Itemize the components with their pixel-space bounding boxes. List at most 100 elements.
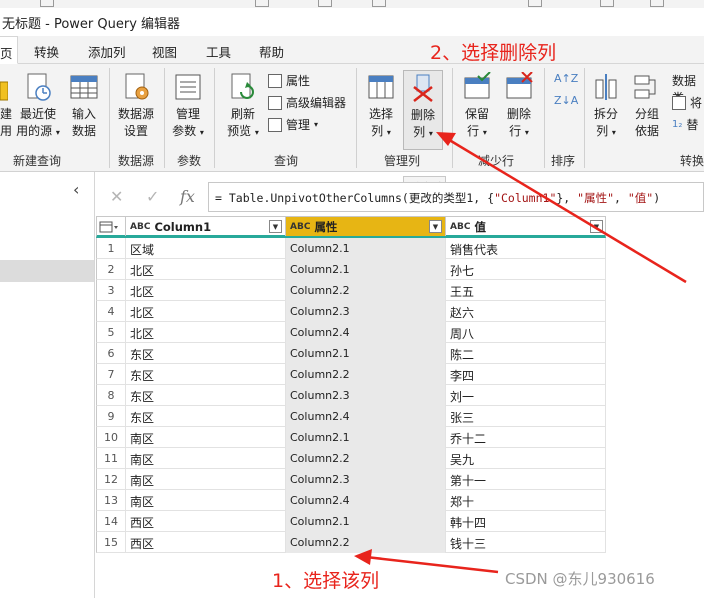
column-header-attribute[interactable]: ABC 属性 ▼ <box>286 217 446 236</box>
cell-column1[interactable]: 东区 <box>126 406 286 427</box>
cell-column1[interactable]: 东区 <box>126 385 286 406</box>
row-index[interactable]: 1 <box>97 238 126 259</box>
table-row[interactable]: 9 东区 Column2.4 张三 <box>96 406 606 427</box>
row-index[interactable]: 3 <box>97 280 126 301</box>
filter-dropdown-icon[interactable]: ▼ <box>590 220 603 233</box>
table-row[interactable]: 1 区域 Column2.1 销售代表 <box>96 238 606 259</box>
row-index[interactable]: 9 <box>97 406 126 427</box>
use-first-row-button[interactable]: 将 <box>672 94 702 111</box>
cell-column1[interactable]: 区域 <box>126 238 286 259</box>
collapse-pane-icon[interactable]: ‹ <box>73 180 79 199</box>
row-index[interactable]: 5 <box>97 322 126 343</box>
table-row[interactable]: 4 北区 Column2.3 赵六 <box>96 301 606 322</box>
tab-tools[interactable]: 工具 <box>206 42 231 61</box>
table-row[interactable]: 13 南区 Column2.4 郑十 <box>96 490 606 511</box>
split-column-button[interactable]: 拆分 列 ▾ <box>588 72 624 141</box>
replace-values-button[interactable]: 1₂ 替 <box>672 116 698 133</box>
cell-value[interactable]: 乔十二 <box>446 427 606 448</box>
row-index[interactable]: 13 <box>97 490 126 511</box>
text-type-icon[interactable]: ABC <box>130 222 150 232</box>
enter-data-button[interactable]: 输入 数据 <box>66 72 102 140</box>
cell-column1[interactable]: 东区 <box>126 343 286 364</box>
fx-icon[interactable]: fx <box>180 187 195 206</box>
sort-descending-button[interactable]: Z↓A <box>554 94 578 107</box>
confirm-formula-icon[interactable]: ✓ <box>146 187 159 206</box>
cell-attribute[interactable]: Column2.1 <box>286 427 446 448</box>
cell-attribute[interactable]: Column2.2 <box>286 532 446 553</box>
row-index[interactable]: 15 <box>97 532 126 553</box>
remove-rows-button[interactable]: 删除 行 ▾ <box>500 71 538 141</box>
tab-help[interactable]: 帮助 <box>259 42 284 61</box>
cell-value[interactable]: 王五 <box>446 280 606 301</box>
cell-column1[interactable]: 南区 <box>126 490 286 511</box>
cell-attribute[interactable]: Column2.3 <box>286 385 446 406</box>
table-row[interactable]: 3 北区 Column2.2 王五 <box>96 280 606 301</box>
table-row[interactable]: 12 南区 Column2.3 第十一 <box>96 469 606 490</box>
new-source-button[interactable]: 建 用 <box>0 72 12 140</box>
row-index[interactable]: 4 <box>97 301 126 322</box>
cell-attribute[interactable]: Column2.4 <box>286 406 446 427</box>
cell-column1[interactable]: 北区 <box>126 301 286 322</box>
cell-attribute[interactable]: Column2.2 <box>286 448 446 469</box>
cell-attribute[interactable]: Column2.1 <box>286 238 446 259</box>
cell-column1[interactable]: 东区 <box>126 364 286 385</box>
cancel-formula-icon[interactable]: ✕ <box>110 187 123 206</box>
table-row[interactable]: 7 东区 Column2.2 李四 <box>96 364 606 385</box>
table-row[interactable]: 14 西区 Column2.1 韩十四 <box>96 511 606 532</box>
column-header-column1[interactable]: ABC Column1 ▼ <box>126 217 286 236</box>
tab-add-column[interactable]: 添加列 <box>88 42 126 61</box>
manage-query-button[interactable]: 管理 ▾ <box>268 116 318 133</box>
formula-input[interactable]: = Table.UnpivotOtherColumns(更改的类型1, {"Co… <box>208 182 704 212</box>
cell-value[interactable]: 张三 <box>446 406 606 427</box>
row-index[interactable]: 6 <box>97 343 126 364</box>
row-index[interactable]: 12 <box>97 469 126 490</box>
table-row[interactable]: 6 东区 Column2.1 陈二 <box>96 343 606 364</box>
cell-column1[interactable]: 西区 <box>126 532 286 553</box>
cell-attribute[interactable]: Column2.1 <box>286 511 446 532</box>
cell-value[interactable]: 郑十 <box>446 490 606 511</box>
group-by-button[interactable]: 分组 依据 <box>628 72 666 140</box>
cell-attribute[interactable]: Column2.1 <box>286 259 446 280</box>
recent-sources-button[interactable]: 最近使 用的源 ▾ <box>14 72 62 141</box>
table-row[interactable]: 5 北区 Column2.4 周八 <box>96 322 606 343</box>
properties-button[interactable]: 属性 <box>268 72 310 89</box>
row-index[interactable]: 14 <box>97 511 126 532</box>
text-type-icon[interactable]: ABC <box>450 222 470 232</box>
selected-query-item[interactable] <box>0 260 94 282</box>
remove-columns-button[interactable]: 删除 列 ▾ <box>403 70 443 150</box>
cell-value[interactable]: 刘一 <box>446 385 606 406</box>
cell-value[interactable]: 李四 <box>446 364 606 385</box>
manage-parameters-button[interactable]: 管理 参数 ▾ <box>168 72 208 141</box>
data-source-settings-button[interactable]: 数据源 设置 <box>114 72 158 140</box>
column-header-value[interactable]: ABC 值 ▼ <box>446 217 606 236</box>
table-row[interactable]: 10 南区 Column2.1 乔十二 <box>96 427 606 448</box>
cell-attribute[interactable]: Column2.4 <box>286 490 446 511</box>
cell-value[interactable]: 吴九 <box>446 448 606 469</box>
cell-attribute[interactable]: Column2.2 <box>286 280 446 301</box>
cell-column1[interactable]: 北区 <box>126 259 286 280</box>
cell-column1[interactable]: 南区 <box>126 427 286 448</box>
filter-dropdown-icon[interactable]: ▼ <box>269 220 282 233</box>
row-index[interactable]: 10 <box>97 427 126 448</box>
cell-attribute[interactable]: Column2.3 <box>286 301 446 322</box>
tab-home[interactable]: 页 <box>0 36 18 64</box>
row-index[interactable]: 7 <box>97 364 126 385</box>
choose-columns-button[interactable]: 选择 列 ▾ <box>362 72 400 141</box>
row-index[interactable]: 11 <box>97 448 126 469</box>
cell-value[interactable]: 孙七 <box>446 259 606 280</box>
cell-column1[interactable]: 北区 <box>126 322 286 343</box>
table-menu-button[interactable] <box>97 217 126 236</box>
table-row[interactable]: 8 东区 Column2.3 刘一 <box>96 385 606 406</box>
sort-ascending-button[interactable]: A↑Z <box>554 72 578 85</box>
tab-view[interactable]: 视图 <box>152 42 177 61</box>
table-row[interactable]: 2 北区 Column2.1 孙七 <box>96 259 606 280</box>
cell-value[interactable]: 陈二 <box>446 343 606 364</box>
cell-value[interactable]: 周八 <box>446 322 606 343</box>
tab-transform[interactable]: 转换 <box>34 42 59 61</box>
row-index[interactable]: 8 <box>97 385 126 406</box>
cell-column1[interactable]: 南区 <box>126 448 286 469</box>
row-index[interactable]: 2 <box>97 259 126 280</box>
advanced-editor-button[interactable]: 高级编辑器 <box>268 94 346 111</box>
cell-column1[interactable]: 西区 <box>126 511 286 532</box>
text-type-icon[interactable]: ABC <box>290 222 310 232</box>
